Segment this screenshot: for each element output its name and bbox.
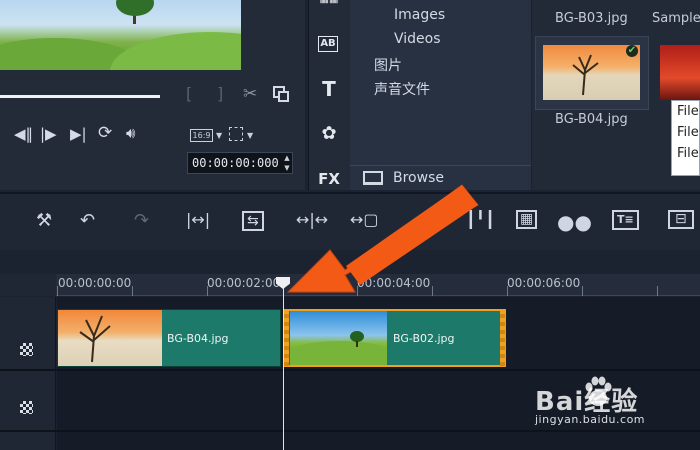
split-clip-scissors-icon[interactable]: ✂: [243, 84, 257, 104]
tools-icon[interactable]: ⚒: [36, 210, 52, 231]
crop-selector-icon[interactable]: [229, 127, 243, 141]
fx-icon[interactable]: FX: [310, 170, 348, 188]
transition-icon[interactable]: ▦▦: [310, 0, 348, 6]
ruler-tick: [357, 286, 358, 296]
graphics-icon[interactable]: ✿: [310, 124, 348, 144]
audio-wave-icon[interactable]: ┃╹┃: [466, 210, 495, 229]
ruler-label: 00:00:02:00: [207, 276, 281, 290]
title-icon[interactable]: T≡: [612, 210, 639, 230]
ruler-tick: [132, 286, 133, 296]
ruler-tick: [657, 286, 658, 296]
preview-image: [0, 0, 241, 70]
split-icon[interactable]: ↔|↔: [296, 210, 328, 229]
ruler-tick: [507, 286, 508, 296]
ruler-tick: [207, 286, 208, 296]
browse-label: Browse: [393, 170, 444, 186]
baidu-jingyan-watermark: Bai经验 jingyan.baidu.com: [535, 375, 695, 445]
next-frame-icon[interactable]: ▶|: [70, 125, 87, 143]
title-ab-icon[interactable]: AB: [318, 36, 338, 52]
play-icon[interactable]: |▶: [40, 125, 57, 143]
clip-thumbnail-image: [290, 311, 387, 365]
folder-images[interactable]: Images: [394, 7, 445, 23]
track-headers: [0, 297, 56, 450]
preview-tree-top: [116, 0, 154, 16]
media-label-sample: Sample: [652, 11, 700, 26]
playhead-line[interactable]: [283, 288, 284, 450]
layout-icon[interactable]: ⊟: [668, 210, 694, 229]
fit-project-icon[interactable]: |↔|: [186, 210, 210, 229]
sample-thumbnail-image[interactable]: [660, 45, 700, 100]
ruler-tick: [57, 286, 58, 296]
crop-dropdown-chevron-icon[interactable]: ▼: [247, 131, 253, 140]
storyboard-icon[interactable]: ▦: [516, 210, 538, 229]
clip-label: BG-B02.jpg: [393, 332, 455, 345]
bg-b04-thumbnail-image: [543, 45, 640, 100]
volume-icon[interactable]: 🔊︎: [126, 124, 135, 142]
aspect-dropdown-chevron-icon[interactable]: ▼: [216, 131, 222, 140]
tooltip-line: File: [677, 125, 699, 140]
mark-in-button[interactable]: [: [186, 84, 192, 103]
tooltip-line: File: [677, 146, 699, 161]
multi-trim-icon[interactable]: ●●: [557, 210, 592, 234]
tooltip-line: File: [677, 104, 699, 119]
clip-trim-handle-left[interactable]: [284, 310, 289, 366]
browse-button[interactable]: Browse: [350, 165, 531, 190]
text-T-icon[interactable]: T: [310, 78, 348, 100]
watermark-url: jingyan.baidu.com: [535, 413, 646, 426]
clip-thumbnail-image: [58, 310, 162, 366]
ruler-tick: [582, 286, 583, 296]
fit-window-icon[interactable]: ⇆: [242, 211, 264, 231]
ruler-tick: [432, 286, 433, 296]
ruler-label: 00:00:00:00: [58, 276, 132, 290]
ruler-label: 00:00:04:00: [357, 276, 431, 290]
video-editor-window: [ ] ✂ ◀‖ |▶ ▶| ⟳ 🔊︎ 16:9 ▼ ▼ 00:00:00:00…: [0, 0, 700, 450]
folder-sound-files[interactable]: 声音文件: [374, 79, 430, 99]
enlarge-preview-icon[interactable]: [273, 86, 289, 102]
clip-label: BG-B04.jpg: [167, 332, 229, 345]
overlay-track-icon[interactable]: [20, 401, 33, 414]
aspect-ratio-selector[interactable]: 16:9: [190, 129, 213, 142]
used-check-icon: ✔: [626, 45, 638, 57]
preview-hill: [110, 32, 241, 70]
folder-videos[interactable]: Videos: [394, 31, 441, 47]
ruler-gutter: [0, 274, 56, 296]
undo-icon[interactable]: ↶: [80, 210, 95, 231]
media-label-bg-b04: BG-B04.jpg: [555, 112, 628, 127]
media-tooltip: File File File: [671, 100, 700, 176]
ruler-label: 00:00:06:00: [507, 276, 581, 290]
scrub-bar[interactable]: [0, 95, 160, 98]
trim-icon[interactable]: ↔▢: [350, 210, 379, 229]
folder-pictures[interactable]: 图片: [374, 55, 402, 75]
timecode-stepper[interactable]: ▲ ▼: [281, 153, 293, 173]
browse-folder-icon: [363, 171, 383, 185]
clip-trim-handle-right[interactable]: [500, 310, 505, 366]
timecode-field[interactable]: 00:00:00:000: [187, 152, 293, 174]
video-track-icon[interactable]: [20, 343, 33, 356]
media-label-bg-b03: BG-B03.jpg: [555, 11, 628, 26]
previous-frame-icon[interactable]: ◀‖: [14, 125, 33, 143]
clip2-tree-trunk: [356, 341, 358, 347]
redo-icon[interactable]: ↷: [134, 210, 149, 231]
clip2-hill: [290, 341, 387, 365]
repeat-icon[interactable]: ⟳: [98, 123, 112, 143]
mark-out-button[interactable]: ]: [217, 84, 223, 103]
